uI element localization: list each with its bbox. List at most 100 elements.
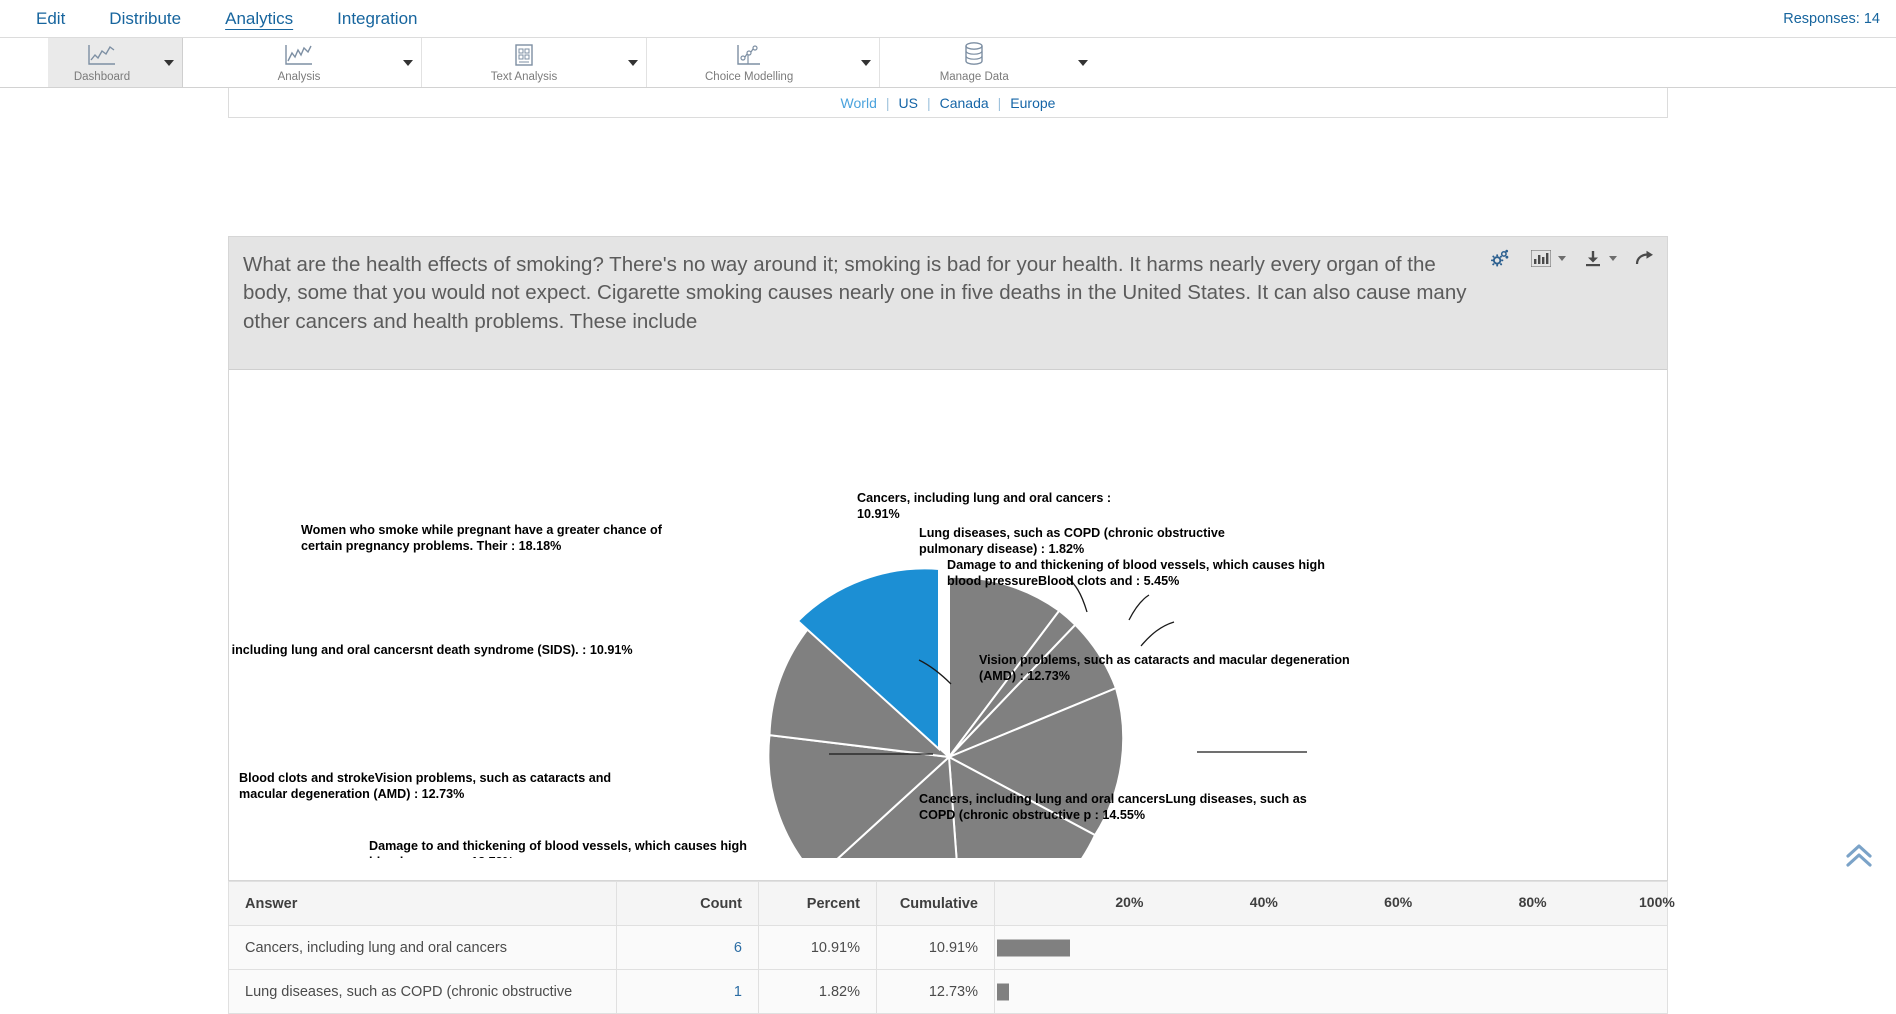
- pie-label-damage-thickening-blood-vessels-clots: Damage to and thickening of blood vessel…: [947, 558, 1325, 589]
- nav-item-edit[interactable]: Edit: [14, 0, 87, 37]
- cell-answer: Cancers, including lung and oral cancers: [228, 925, 617, 970]
- ribbon-button-analysis[interactable]: Analysis: [245, 38, 353, 87]
- table-row[interactable]: Lung diseases, such as COPD (chronic obs…: [228, 969, 1668, 1014]
- nav-item-analytics[interactable]: Analytics: [203, 0, 315, 37]
- column-header-percent[interactable]: Percent: [758, 881, 877, 926]
- responses-count: Responses: 14: [1783, 10, 1880, 27]
- cell-count: 6: [616, 925, 759, 970]
- bar-tick-40: 40%: [1249, 894, 1278, 910]
- column-header-answer[interactable]: Answer: [228, 881, 617, 926]
- scroll-to-top-button[interactable]: [1844, 843, 1874, 869]
- nav-item-integration[interactable]: Integration: [315, 0, 439, 37]
- ribbon-caret-manage-data[interactable]: [1070, 38, 1096, 87]
- ribbon-toolbar: Dashboard Analysis Text Analysis Choice …: [0, 38, 1896, 88]
- region-tabs: World | US | Canada | Europe: [832, 95, 1065, 111]
- text-analysis-icon: [512, 43, 536, 67]
- double-chevron-up-icon: [1846, 844, 1872, 867]
- pie-label-women-who-smoke-pregnant: Women who smoke while pregnant have a gr…: [301, 523, 662, 554]
- line-chart-icon: [87, 43, 117, 67]
- chevron-down-icon: [628, 59, 638, 66]
- bar-track: [995, 970, 1667, 1013]
- ribbon-caret-text-analysis[interactable]: [620, 38, 646, 87]
- chevron-down-icon: [1078, 59, 1089, 66]
- chevron-down-icon: [403, 59, 413, 66]
- top-navigation-bar: Edit Distribute Analytics Integration Re…: [0, 0, 1896, 38]
- ribbon-label-dashboard: Dashboard: [73, 70, 131, 83]
- share-button[interactable]: [1635, 250, 1655, 268]
- cell-percent: 10.91%: [758, 925, 877, 970]
- chevron-down-icon: [1609, 256, 1617, 261]
- pie-label-lung-diseases-copd: Lung diseases, such as COPD (chronic obs…: [919, 526, 1225, 557]
- region-tab-europe[interactable]: Europe: [1001, 95, 1064, 111]
- ribbon-label-choice-modelling: Choice Modelling: [705, 70, 794, 83]
- report-header-tools: [1490, 249, 1655, 268]
- ribbon-label-text-analysis: Text Analysis: [490, 70, 558, 83]
- ribbon-caret-choice-modelling[interactable]: [853, 38, 879, 87]
- pie-chart-area: Cancers, including lung and oral cancers…: [229, 370, 1667, 858]
- cell-count: 1: [616, 969, 759, 1014]
- ribbon-group-dashboard: Dashboard: [48, 38, 183, 87]
- ribbon-button-dashboard[interactable]: Dashboard: [48, 38, 156, 87]
- table-header-row: Answer Count Percent Cumulative 20% 40% …: [228, 881, 1675, 926]
- cell-percent: 1.82%: [758, 969, 877, 1014]
- bar-tick-20: 20%: [1115, 894, 1144, 910]
- ribbon-group-manage-data: Manage Data: [880, 38, 1096, 87]
- bar-track: [995, 926, 1667, 969]
- nav-item-distribute[interactable]: Distribute: [87, 0, 203, 37]
- line-chart-icon: [284, 43, 314, 67]
- count-link[interactable]: 6: [734, 940, 742, 956]
- ribbon-button-text-analysis[interactable]: Text Analysis: [470, 38, 578, 87]
- download-button[interactable]: [1584, 250, 1617, 268]
- results-table: Answer Count Percent Cumulative 20% 40% …: [228, 881, 1675, 1014]
- count-link[interactable]: 1: [734, 984, 742, 1000]
- ribbon-group-choice-modelling: Choice Modelling: [647, 38, 881, 87]
- chevron-down-icon: [861, 59, 872, 66]
- ribbon-label-analysis: Analysis: [277, 70, 321, 83]
- column-header-count[interactable]: Count: [616, 881, 759, 926]
- bar-fill: [997, 939, 1071, 956]
- ribbon-group-analysis: Analysis: [183, 38, 422, 87]
- region-tabs-card: World | US | Canada | Europe: [228, 88, 1668, 118]
- bar-axis-ticks: 20% 40% 60% 80% 100%: [995, 882, 1674, 925]
- cell-answer: Lung diseases, such as COPD (chronic obs…: [228, 969, 617, 1014]
- pie-label-damage-high-blood-pressure: Damage to and thickening of blood vessel…: [369, 839, 747, 858]
- cell-cumulative: 10.91%: [876, 925, 995, 970]
- report-card: What are the health effects of smoking? …: [228, 236, 1668, 881]
- ribbon-button-choice-modelling[interactable]: Choice Modelling: [687, 38, 811, 87]
- pie-label-vision-problems: Vision problems, such as cataracts and m…: [979, 653, 1350, 684]
- top-nav-items: Edit Distribute Analytics Integration: [0, 0, 439, 37]
- table-row[interactable]: Cancers, including lung and oral cancers…: [228, 925, 1668, 970]
- region-tab-us[interactable]: US: [890, 95, 927, 111]
- pie-label-blood-clots-stroke-vision: Blood clots and strokeVision problems, s…: [239, 771, 612, 802]
- pie-label-cancers-lung-oral: Cancers, including lung and oral cancers…: [857, 491, 1112, 522]
- cell-bar: [994, 969, 1668, 1014]
- pie-label-cancers-sids: ncers, including lung and oral cancersnt…: [229, 643, 633, 657]
- chart-type-button[interactable]: [1531, 250, 1566, 267]
- region-tab-canada[interactable]: Canada: [931, 95, 998, 111]
- ribbon-left-spacer: [0, 38, 48, 87]
- content-scroll-area: World | US | Canada | Europe What are th…: [0, 88, 1896, 1014]
- region-tab-world[interactable]: World: [832, 95, 886, 111]
- bar-tick-80: 80%: [1518, 894, 1547, 910]
- cell-cumulative: 12.73%: [876, 969, 995, 1014]
- chevron-down-icon: [1558, 256, 1566, 261]
- ribbon-caret-analysis[interactable]: [395, 38, 421, 87]
- report-header: What are the health effects of smoking? …: [229, 237, 1667, 370]
- settings-gear-icon[interactable]: [1490, 249, 1509, 268]
- column-header-cumulative[interactable]: Cumulative: [876, 881, 995, 926]
- chevron-down-icon: [164, 59, 174, 66]
- column-header-bar-axis: 20% 40% 60% 80% 100%: [994, 881, 1675, 926]
- cell-bar: [994, 925, 1668, 970]
- bar-fill: [997, 983, 1010, 1000]
- scatter-chart-icon: [734, 43, 764, 67]
- bar-tick-100: 100%: [1639, 894, 1675, 910]
- ribbon-caret-dashboard[interactable]: [156, 38, 182, 87]
- bar-tick-60: 60%: [1384, 894, 1413, 910]
- ribbon-label-manage-data: Manage Data: [939, 70, 1009, 83]
- results-table-wrapper: Answer Count Percent Cumulative 20% 40% …: [228, 881, 1675, 1014]
- pie-label-cancers-lung-copd: Cancers, including lung and oral cancers…: [919, 792, 1307, 823]
- ribbon-button-manage-data[interactable]: Manage Data: [920, 38, 1028, 87]
- page-title: What are the health effects of smoking? …: [243, 253, 1467, 333]
- database-icon: [961, 41, 987, 67]
- ribbon-group-text-analysis: Text Analysis: [422, 38, 647, 87]
